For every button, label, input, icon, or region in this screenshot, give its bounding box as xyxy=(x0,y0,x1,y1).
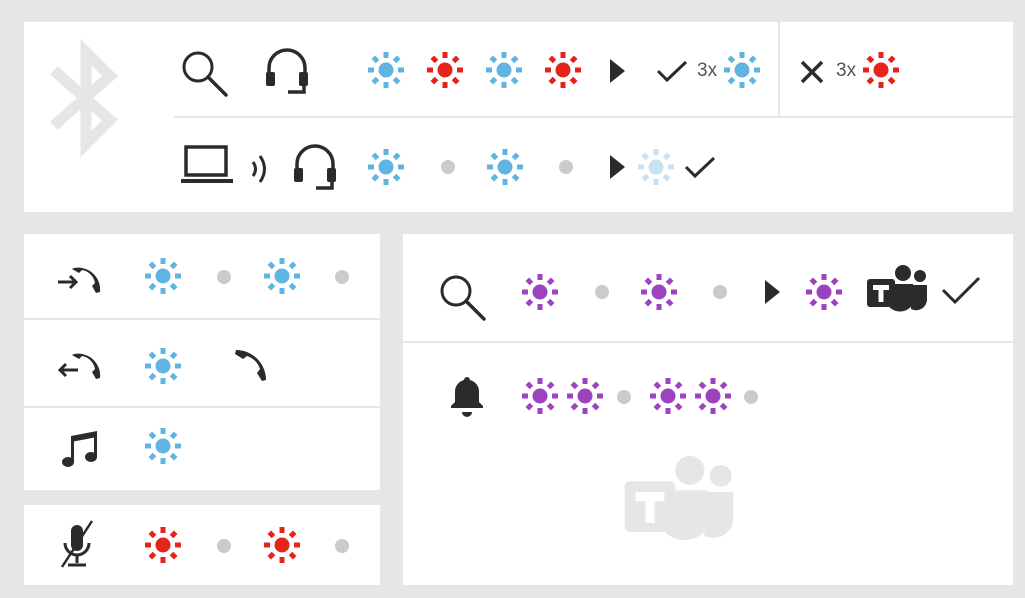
pairing-result-divider xyxy=(778,22,780,116)
led-purple xyxy=(806,274,842,310)
failure-multiplier: 3x xyxy=(836,60,857,81)
led-blue xyxy=(145,258,181,294)
bell-icon xyxy=(447,374,487,418)
led-off-dot xyxy=(595,285,609,299)
check-icon xyxy=(684,156,716,179)
led-blue-faded xyxy=(638,149,674,185)
handset-icon xyxy=(230,346,270,386)
led-off-dot xyxy=(744,390,758,404)
led-purple xyxy=(522,378,558,414)
led-off-dot xyxy=(617,390,631,404)
led-red xyxy=(427,52,463,88)
cross-icon xyxy=(800,60,824,84)
teams-divider xyxy=(403,341,1013,343)
led-blue xyxy=(724,52,760,88)
led-red xyxy=(863,52,899,88)
check-icon xyxy=(941,276,981,305)
led-blue xyxy=(368,149,404,185)
outgoing-call-icon xyxy=(56,344,106,388)
led-off-dot xyxy=(441,160,455,174)
mic-muted-icon xyxy=(58,519,98,573)
led-off-dot xyxy=(217,270,231,284)
led-blue xyxy=(486,52,522,88)
led-off-dot xyxy=(217,539,231,553)
led-purple xyxy=(567,378,603,414)
led-purple xyxy=(695,378,731,414)
led-blue xyxy=(487,149,523,185)
play-triangle-icon xyxy=(765,280,781,304)
pairing-divider xyxy=(174,116,1013,118)
music-note-icon xyxy=(60,428,102,470)
led-red xyxy=(145,527,181,563)
row-divider xyxy=(24,318,380,320)
led-red xyxy=(264,527,300,563)
success-multiplier: 3x xyxy=(697,60,718,81)
signal-waves-icon xyxy=(250,152,272,186)
search-icon xyxy=(179,48,231,100)
led-blue xyxy=(264,258,300,294)
led-blue xyxy=(145,428,181,464)
led-purple xyxy=(522,274,558,310)
laptop-icon xyxy=(179,144,235,188)
led-off-dot xyxy=(713,285,727,299)
led-off-dot xyxy=(559,160,573,174)
headset-icon xyxy=(290,142,340,194)
row-divider xyxy=(24,406,380,408)
call-status-panel xyxy=(24,234,380,490)
led-purple xyxy=(650,378,686,414)
teams-watermark-icon xyxy=(624,455,734,541)
led-blue xyxy=(145,348,181,384)
search-icon xyxy=(437,272,489,324)
bluetooth-icon xyxy=(50,38,122,158)
teams-panel xyxy=(403,234,1013,585)
headset-icon xyxy=(262,46,312,98)
mute-status-panel xyxy=(24,505,380,585)
play-triangle-icon xyxy=(610,59,626,83)
pairing-panel: 3x 3x xyxy=(24,22,1013,212)
check-icon xyxy=(656,60,688,83)
led-blue xyxy=(368,52,404,88)
led-off-dot xyxy=(335,270,349,284)
teams-icon xyxy=(867,265,927,312)
led-off-dot xyxy=(335,539,349,553)
play-triangle-icon xyxy=(610,155,626,179)
led-purple xyxy=(641,274,677,310)
led-red xyxy=(545,52,581,88)
incoming-call-icon xyxy=(56,258,106,302)
